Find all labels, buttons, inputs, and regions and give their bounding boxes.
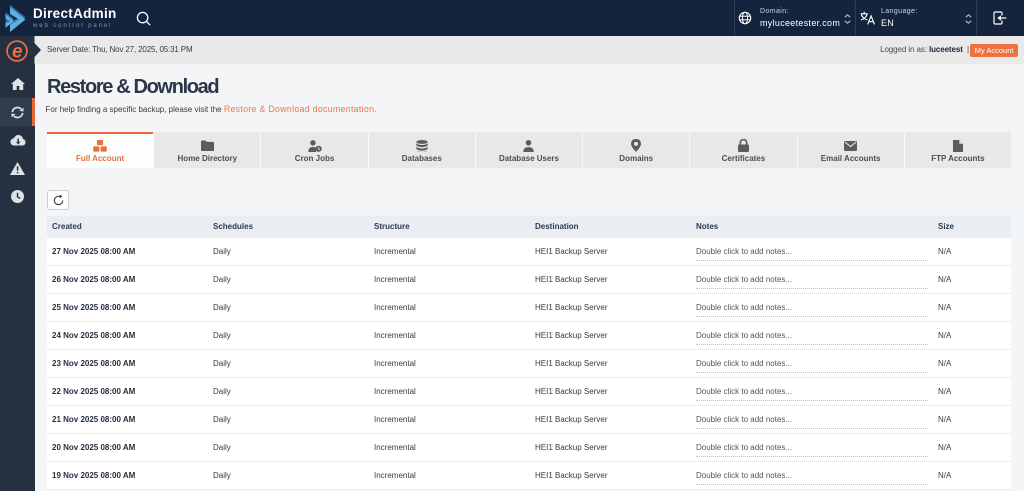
svg-text:e: e bbox=[12, 41, 23, 61]
